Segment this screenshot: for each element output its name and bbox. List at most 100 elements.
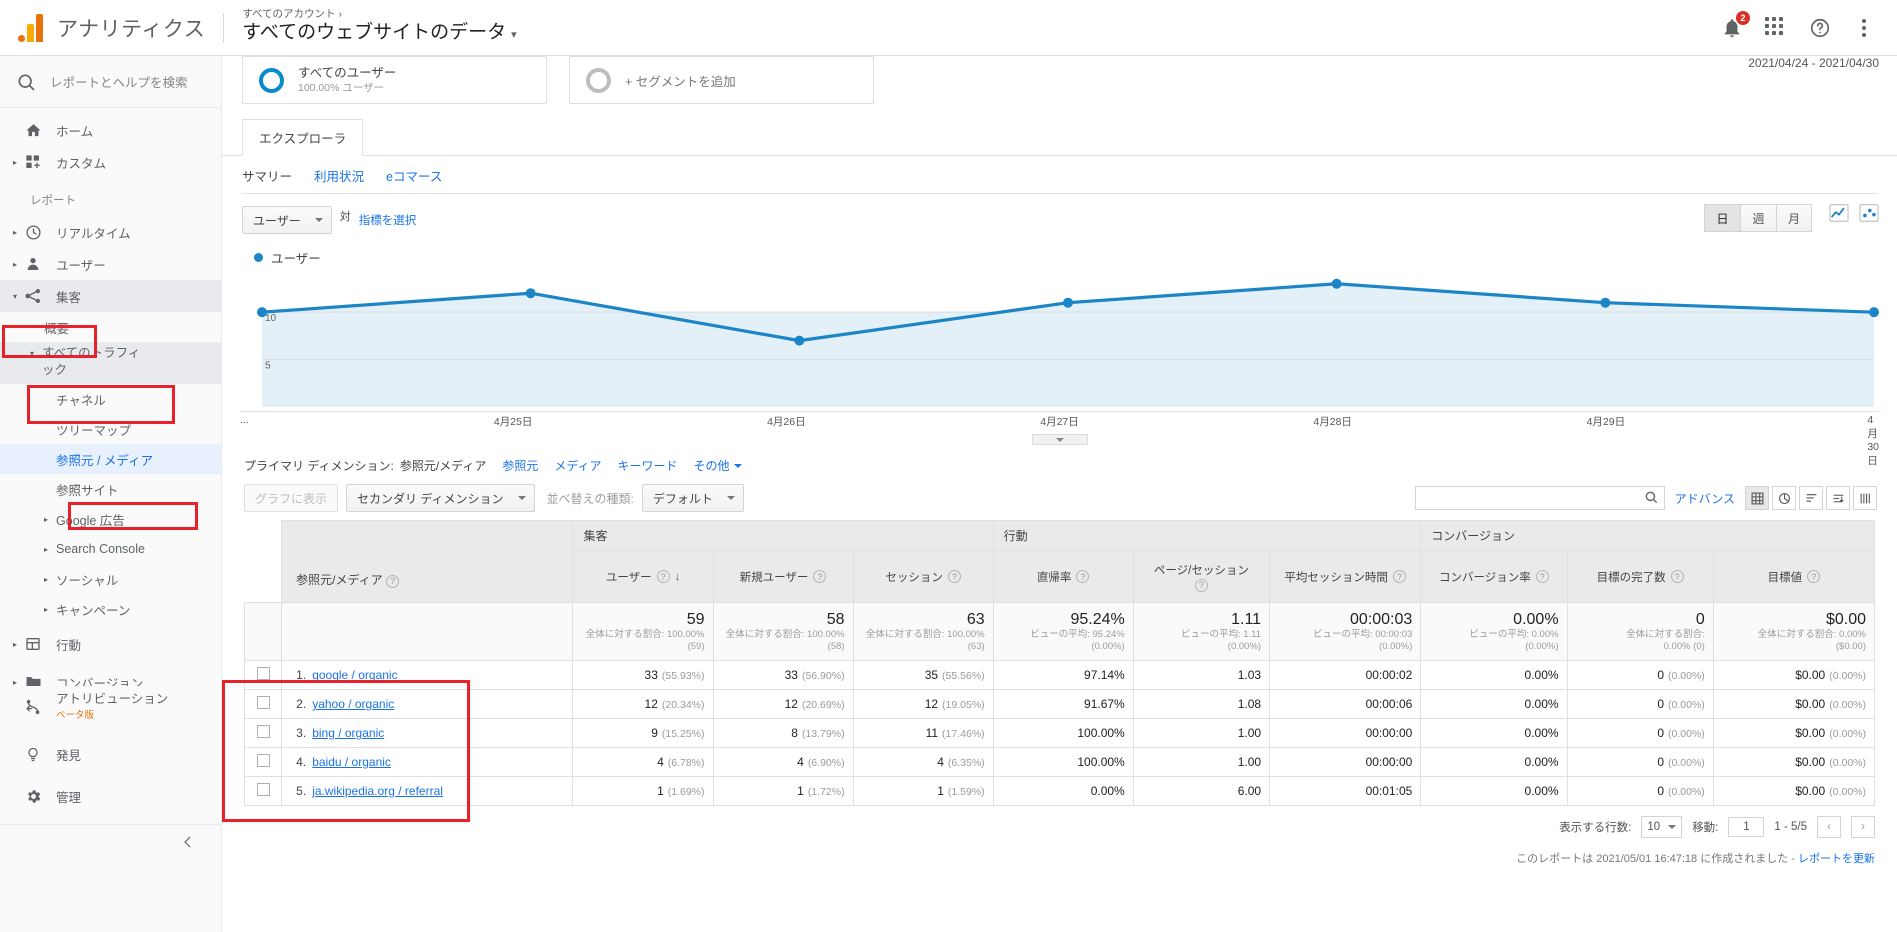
column-header-goal-completions[interactable]: 目標の完了数? — [1566, 550, 1714, 603]
column-header-pages-session[interactable]: ページ/セッション? — [1132, 550, 1271, 603]
sidebar-item-custom[interactable]: ▸ カスタム — [0, 146, 221, 178]
row-source-link[interactable]: yahoo / organic — [312, 697, 394, 711]
table-row[interactable]: 5. ja.wikipedia.org / referral 1 (1.69%) 1… — [243, 776, 1876, 806]
secondary-dimension-button[interactable]: セカンダリ ディメンション — [346, 484, 535, 512]
table-row[interactable]: 2. yahoo / organic 12 (20.34%) 12 (20.69%) … — [243, 689, 1876, 719]
sidebar-item-audience[interactable]: ▸ ユーザー — [0, 248, 221, 280]
row-checkbox[interactable] — [256, 783, 270, 796]
tab-site-usage[interactable]: 利用状況 — [314, 166, 364, 185]
table-row[interactable]: 3. bing / organic 9 (15.25%) 8 (13.79%) 11(… — [243, 718, 1876, 748]
pivot-view-icon[interactable] — [1853, 486, 1877, 510]
row-checkbox-cell[interactable] — [243, 718, 283, 748]
segment-all-users[interactable]: すべてのユーザー 100.00% ユーザー — [242, 56, 547, 104]
sidebar-collapse-button[interactable] — [0, 824, 221, 849]
sidebar-item-behavior[interactable]: ▸ 行動 — [0, 628, 221, 660]
help-icon[interactable]: ? — [1392, 570, 1406, 583]
help-icon[interactable]: ? — [1807, 570, 1821, 583]
select-metric-link[interactable]: 指標を選択 — [359, 212, 417, 228]
row-checkbox-cell[interactable] — [243, 660, 283, 690]
add-segment-button[interactable]: + セグメントを追加 — [569, 56, 874, 104]
table-search-input[interactable] — [1414, 486, 1665, 510]
sidebar-search[interactable]: レポートとヘルプを検索 — [0, 56, 221, 108]
sidebar-item-search-console[interactable]: ▸ Search Console — [0, 534, 221, 564]
help-icon[interactable] — [1809, 17, 1831, 39]
metric-select[interactable]: ユーザー — [242, 206, 332, 234]
table-row[interactable]: 4. baidu / organic 4 (6.78%) 4 (6.90%) 4 (6.… — [243, 747, 1876, 777]
row-checkbox[interactable] — [256, 696, 270, 709]
row-checkbox-cell[interactable] — [243, 776, 283, 806]
column-header-bounce-rate[interactable]: 直帰率? — [992, 550, 1134, 603]
date-range-selector[interactable]: 2021/04/24 - 2021/04/30 — [1748, 56, 1879, 70]
granularity-day[interactable]: 日 — [1704, 204, 1740, 232]
sidebar-item-attribution[interactable]: アトリビューション ベータ版 — [0, 686, 221, 728]
sidebar-item-acquisition[interactable]: ▾ 集客 — [0, 280, 221, 312]
line-chart-icon[interactable] — [1829, 204, 1849, 225]
dimension-header-cell[interactable]: 参照元/メディア ? — [281, 520, 574, 603]
tab-ecommerce[interactable]: eコマース — [386, 166, 442, 185]
sidebar-item-referrals[interactable]: 参照サイト — [0, 474, 221, 504]
row-source-link[interactable]: google / organic — [312, 668, 397, 682]
row-source-link[interactable]: bing / organic — [312, 726, 384, 740]
tab-summary[interactable]: サマリー — [242, 166, 292, 185]
pie-view-icon[interactable] — [1772, 486, 1796, 510]
help-icon[interactable]: ? — [813, 570, 827, 583]
account-selector[interactable]: すべてのアカウント › すべてのウェブサイトのデータ ▾ — [242, 8, 516, 47]
sidebar-item-campaigns[interactable]: ▸ キャンペーン — [0, 594, 221, 624]
dimension-link-medium[interactable]: メディア — [554, 457, 601, 474]
refresh-report-link[interactable]: レポートを更新 — [1798, 853, 1875, 865]
row-checkbox-cell[interactable] — [243, 747, 283, 777]
apps-grid-icon[interactable] — [1765, 16, 1787, 39]
comparison-view-icon[interactable] — [1826, 486, 1850, 510]
help-icon[interactable]: ? — [1194, 578, 1208, 592]
help-icon[interactable]: ? — [386, 574, 400, 588]
column-header-conversion-rate[interactable]: コンバージョン率? — [1420, 550, 1568, 603]
row-checkbox[interactable] — [256, 754, 270, 767]
sidebar-item-discover[interactable]: 発見 — [0, 738, 221, 770]
column-header-new-users[interactable]: 新規ユーザー? — [712, 550, 854, 603]
help-icon[interactable]: ? — [656, 570, 670, 583]
notifications-bell-icon[interactable]: 2 — [1721, 10, 1750, 39]
row-source-link[interactable]: ja.wikipedia.org / referral — [312, 784, 443, 798]
sidebar-item-all-traffic[interactable]: ▾ すべてのトラフィック — [0, 342, 221, 384]
granularity-month[interactable]: 月 — [1776, 204, 1812, 232]
granularity-week[interactable]: 週 — [1740, 204, 1776, 232]
goto-page-input[interactable]: 1 — [1728, 817, 1765, 837]
sidebar-item-admin[interactable]: 管理 — [0, 780, 221, 812]
dimension-link-keyword[interactable]: キーワード — [618, 457, 678, 474]
row-checkbox[interactable] — [256, 725, 270, 738]
help-icon[interactable]: ? — [947, 570, 961, 583]
chart-scroll-handle[interactable] — [1031, 434, 1088, 445]
row-checkbox-cell[interactable] — [243, 689, 283, 719]
column-header-sessions[interactable]: セッション? — [852, 550, 994, 603]
advanced-filter-link[interactable]: アドバンス — [1675, 490, 1735, 507]
scatter-chart-icon[interactable] — [1859, 204, 1879, 225]
column-header-users[interactable]: ユーザー? ↓ — [572, 550, 714, 603]
column-header-avg-session-duration[interactable]: 平均セッション時間? — [1269, 550, 1422, 603]
sidebar-item-treemap[interactable]: ツリーマップ — [0, 414, 221, 444]
sidebar-item-realtime[interactable]: ▸ リアルタイム — [0, 216, 221, 248]
table-view-icon[interactable] — [1745, 486, 1769, 510]
sidebar-item-source-medium[interactable]: 参照元 / メディア — [0, 444, 221, 474]
performance-view-icon[interactable] — [1799, 486, 1823, 510]
sidebar-item-channels[interactable]: チャネル — [0, 384, 221, 414]
prev-page-button[interactable]: ‹ — [1817, 816, 1841, 838]
help-icon[interactable]: ? — [1670, 570, 1684, 583]
row-checkbox[interactable] — [256, 667, 270, 680]
help-icon[interactable]: ? — [1535, 570, 1549, 583]
sidebar-item-google-ads[interactable]: ▸ Google 広告 — [0, 504, 221, 534]
sort-type-select[interactable]: デフォルト — [641, 484, 744, 512]
sidebar-item-home[interactable]: ホーム — [0, 114, 221, 146]
more-options-icon[interactable] — [1853, 17, 1875, 39]
search-input[interactable]: レポートとヘルプを検索 — [50, 72, 188, 91]
next-page-button[interactable]: › — [1851, 816, 1875, 838]
tab-explorer[interactable]: エクスプローラ — [242, 119, 364, 156]
property-title[interactable]: すべてのウェブサイトのデータ ▾ — [242, 21, 516, 47]
sidebar-item-social[interactable]: ▸ ソーシャル — [0, 564, 221, 594]
sidebar-item-overview[interactable]: 概要 — [0, 312, 221, 342]
dimension-other-dropdown[interactable]: その他 — [694, 457, 742, 474]
table-row[interactable]: 1. google / organic 33 (55.93%) 33 (56.90%)… — [243, 660, 1876, 690]
rows-per-page-select[interactable]: 10 — [1641, 816, 1683, 838]
help-icon[interactable]: ? — [1076, 570, 1090, 583]
dimension-link-source[interactable]: 参照元 — [502, 457, 538, 474]
column-header-goal-value[interactable]: 目標値? — [1712, 550, 1876, 603]
